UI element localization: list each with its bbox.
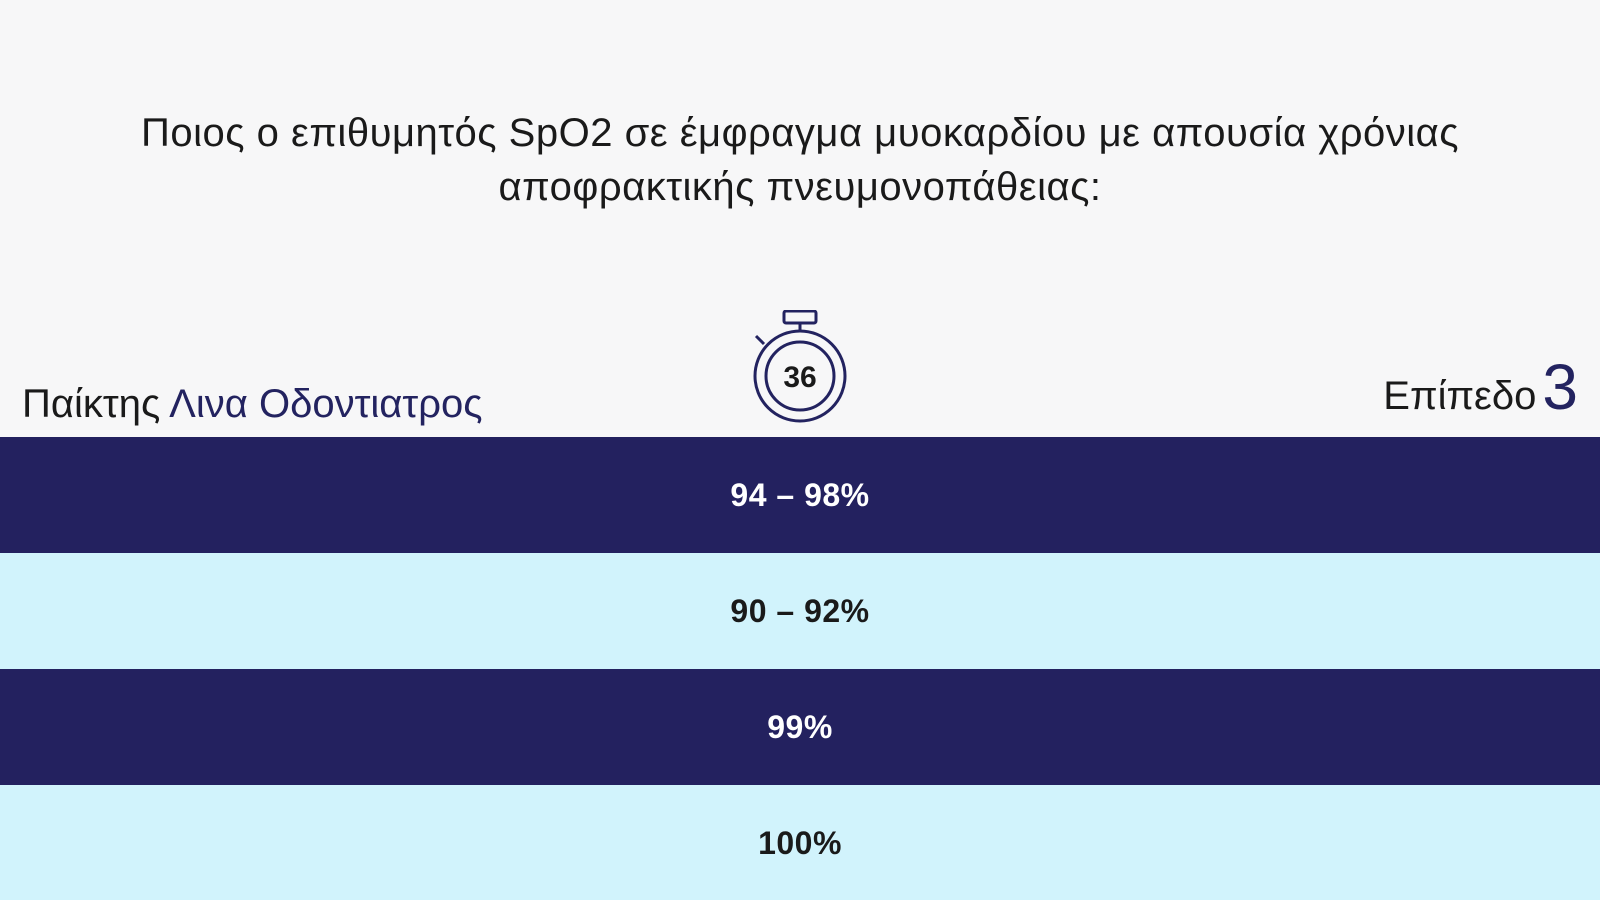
timer-seconds: 36 (783, 361, 817, 394)
answer-option-4[interactable]: 100% (0, 785, 1600, 900)
player-name: Λινα Οδοντιατρος (169, 382, 483, 426)
answer-option-3[interactable]: 99% (0, 669, 1600, 785)
player-label: Παίκτης (22, 382, 161, 426)
level-indicator: Επίπεδο3 (1383, 350, 1578, 424)
question-line-1: Ποιος ο επιθυμητός SpO2 σε έμφραγμα μυοκ… (140, 111, 1459, 155)
level-label: Επίπεδο (1383, 374, 1537, 418)
answer-option-2[interactable]: 90 – 92% (0, 553, 1600, 669)
player-info: Παίκτης Λινα Οδοντιατρος (22, 382, 483, 427)
question-text: Ποιος ο επιθυμητός SpO2 σε έμφραγμα μυοκ… (40, 106, 1560, 214)
answer-option-1[interactable]: 94 – 98% (0, 437, 1600, 553)
answer-list: 94 – 98% 90 – 92% 99% 100% (0, 437, 1600, 900)
level-number: 3 (1542, 351, 1578, 423)
question-line-2: αποφρακτικής πνευμονοπάθειας: (498, 165, 1102, 209)
countdown-timer: 36 (742, 310, 858, 426)
quiz-screen: Ποιος ο επιθυμητός SpO2 σε έμφραγμα μυοκ… (0, 0, 1600, 900)
